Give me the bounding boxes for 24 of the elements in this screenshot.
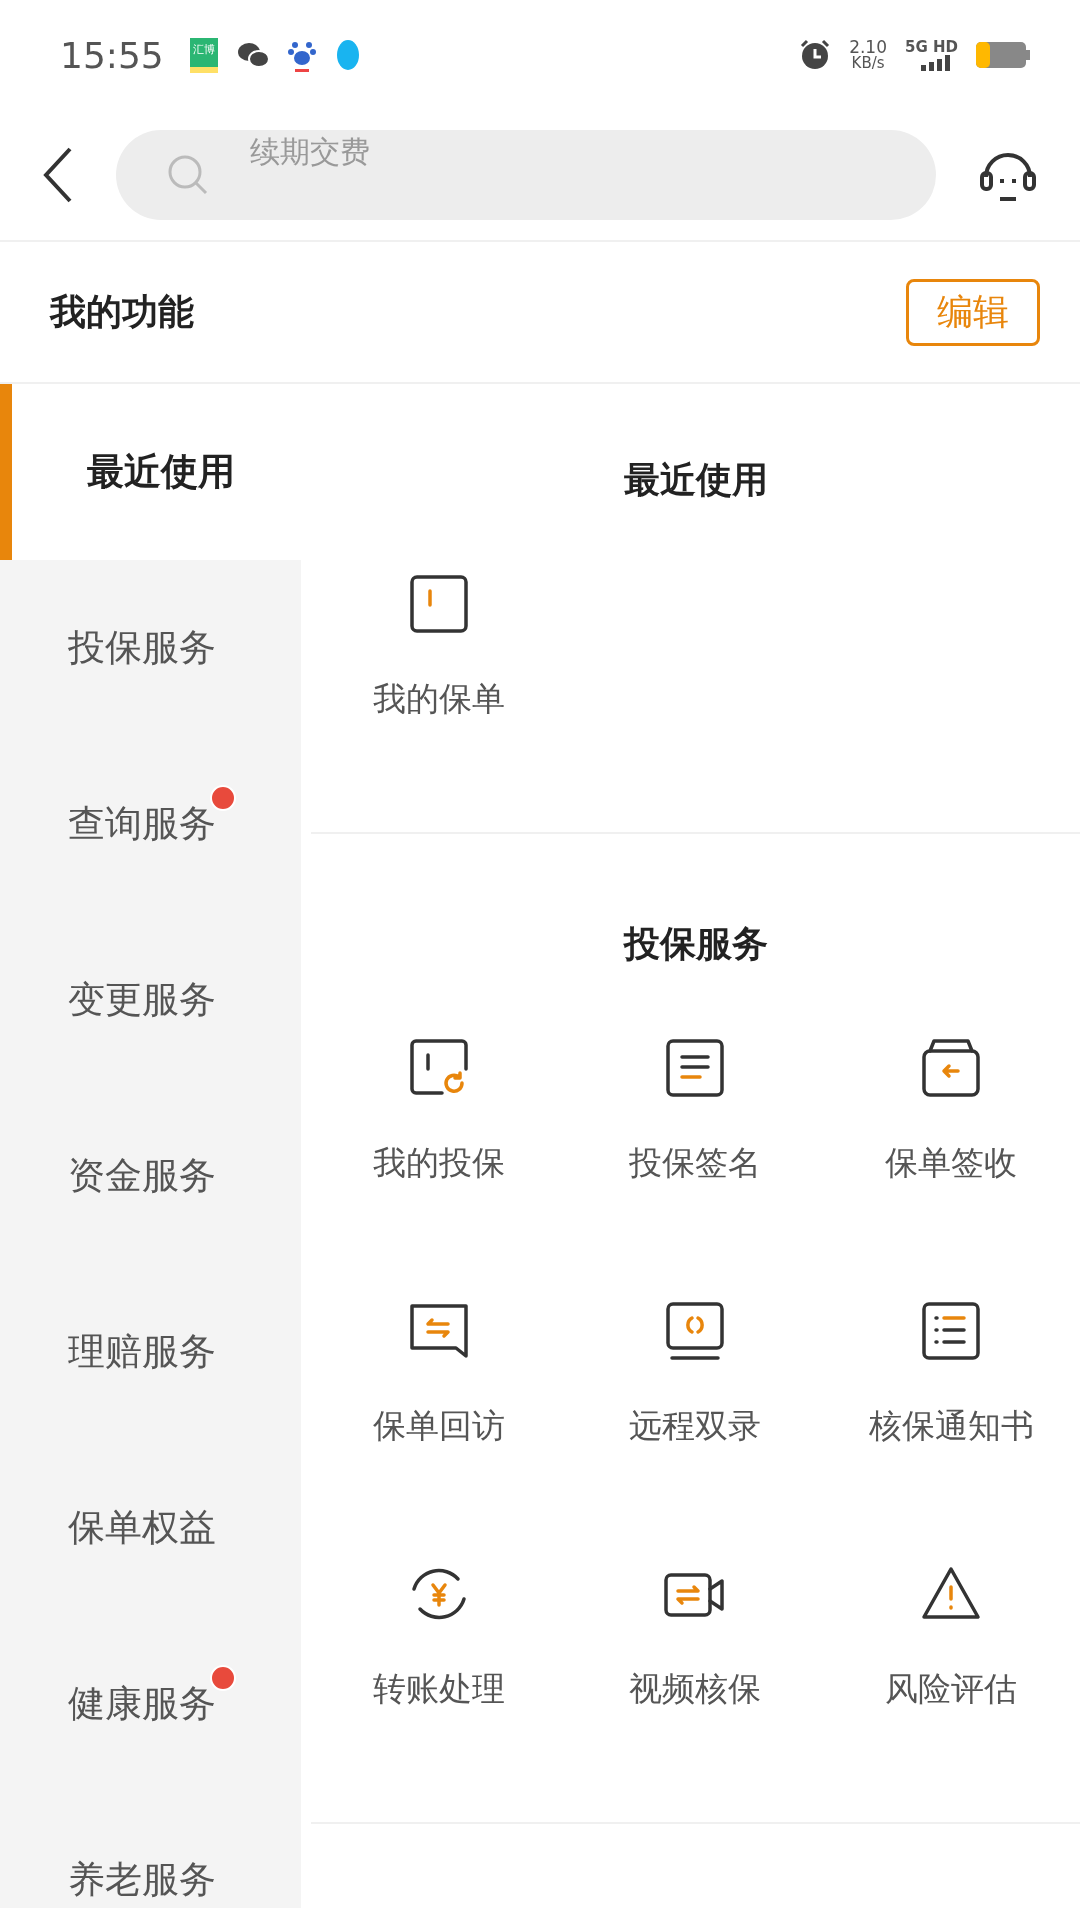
search-icon (166, 153, 210, 197)
network-speed: 2.10 (849, 39, 887, 56)
function-label[interactable]: 风险评估 (885, 1667, 1017, 1712)
app-notification-icon: 汇博 (189, 37, 218, 73)
network-type: 5G HD (905, 39, 958, 55)
function-label[interactable]: 转账处理 (373, 1667, 505, 1712)
section-title: 我的功能 (50, 289, 194, 334)
chat-bubbles-icon (235, 41, 270, 69)
clock-time: 15:55 (60, 34, 164, 76)
function-label[interactable]: 投保签名 (629, 1141, 761, 1186)
section-title: 投保服务 (622, 922, 769, 966)
function-label[interactable]: 远程双录 (629, 1404, 761, 1449)
function-label[interactable]: 视频核保 (629, 1667, 761, 1712)
section-title: 最近使用 (622, 458, 769, 502)
function-label[interactable]: 保单签收 (885, 1141, 1017, 1186)
battery-icon (976, 42, 1030, 68)
function-label[interactable]: 我的投保 (373, 1141, 505, 1186)
function-label[interactable]: 核保通知书 (868, 1404, 1034, 1449)
alarm-icon (799, 39, 832, 71)
function-label[interactable]: 保单回访 (373, 1404, 505, 1449)
search-placeholder: 续期交费 (250, 134, 370, 170)
function-label[interactable]: 我的保单 (373, 677, 505, 722)
sidebar-item[interactable]: 最近使用 (0, 384, 301, 560)
speed-unit: KB/s (851, 56, 885, 71)
